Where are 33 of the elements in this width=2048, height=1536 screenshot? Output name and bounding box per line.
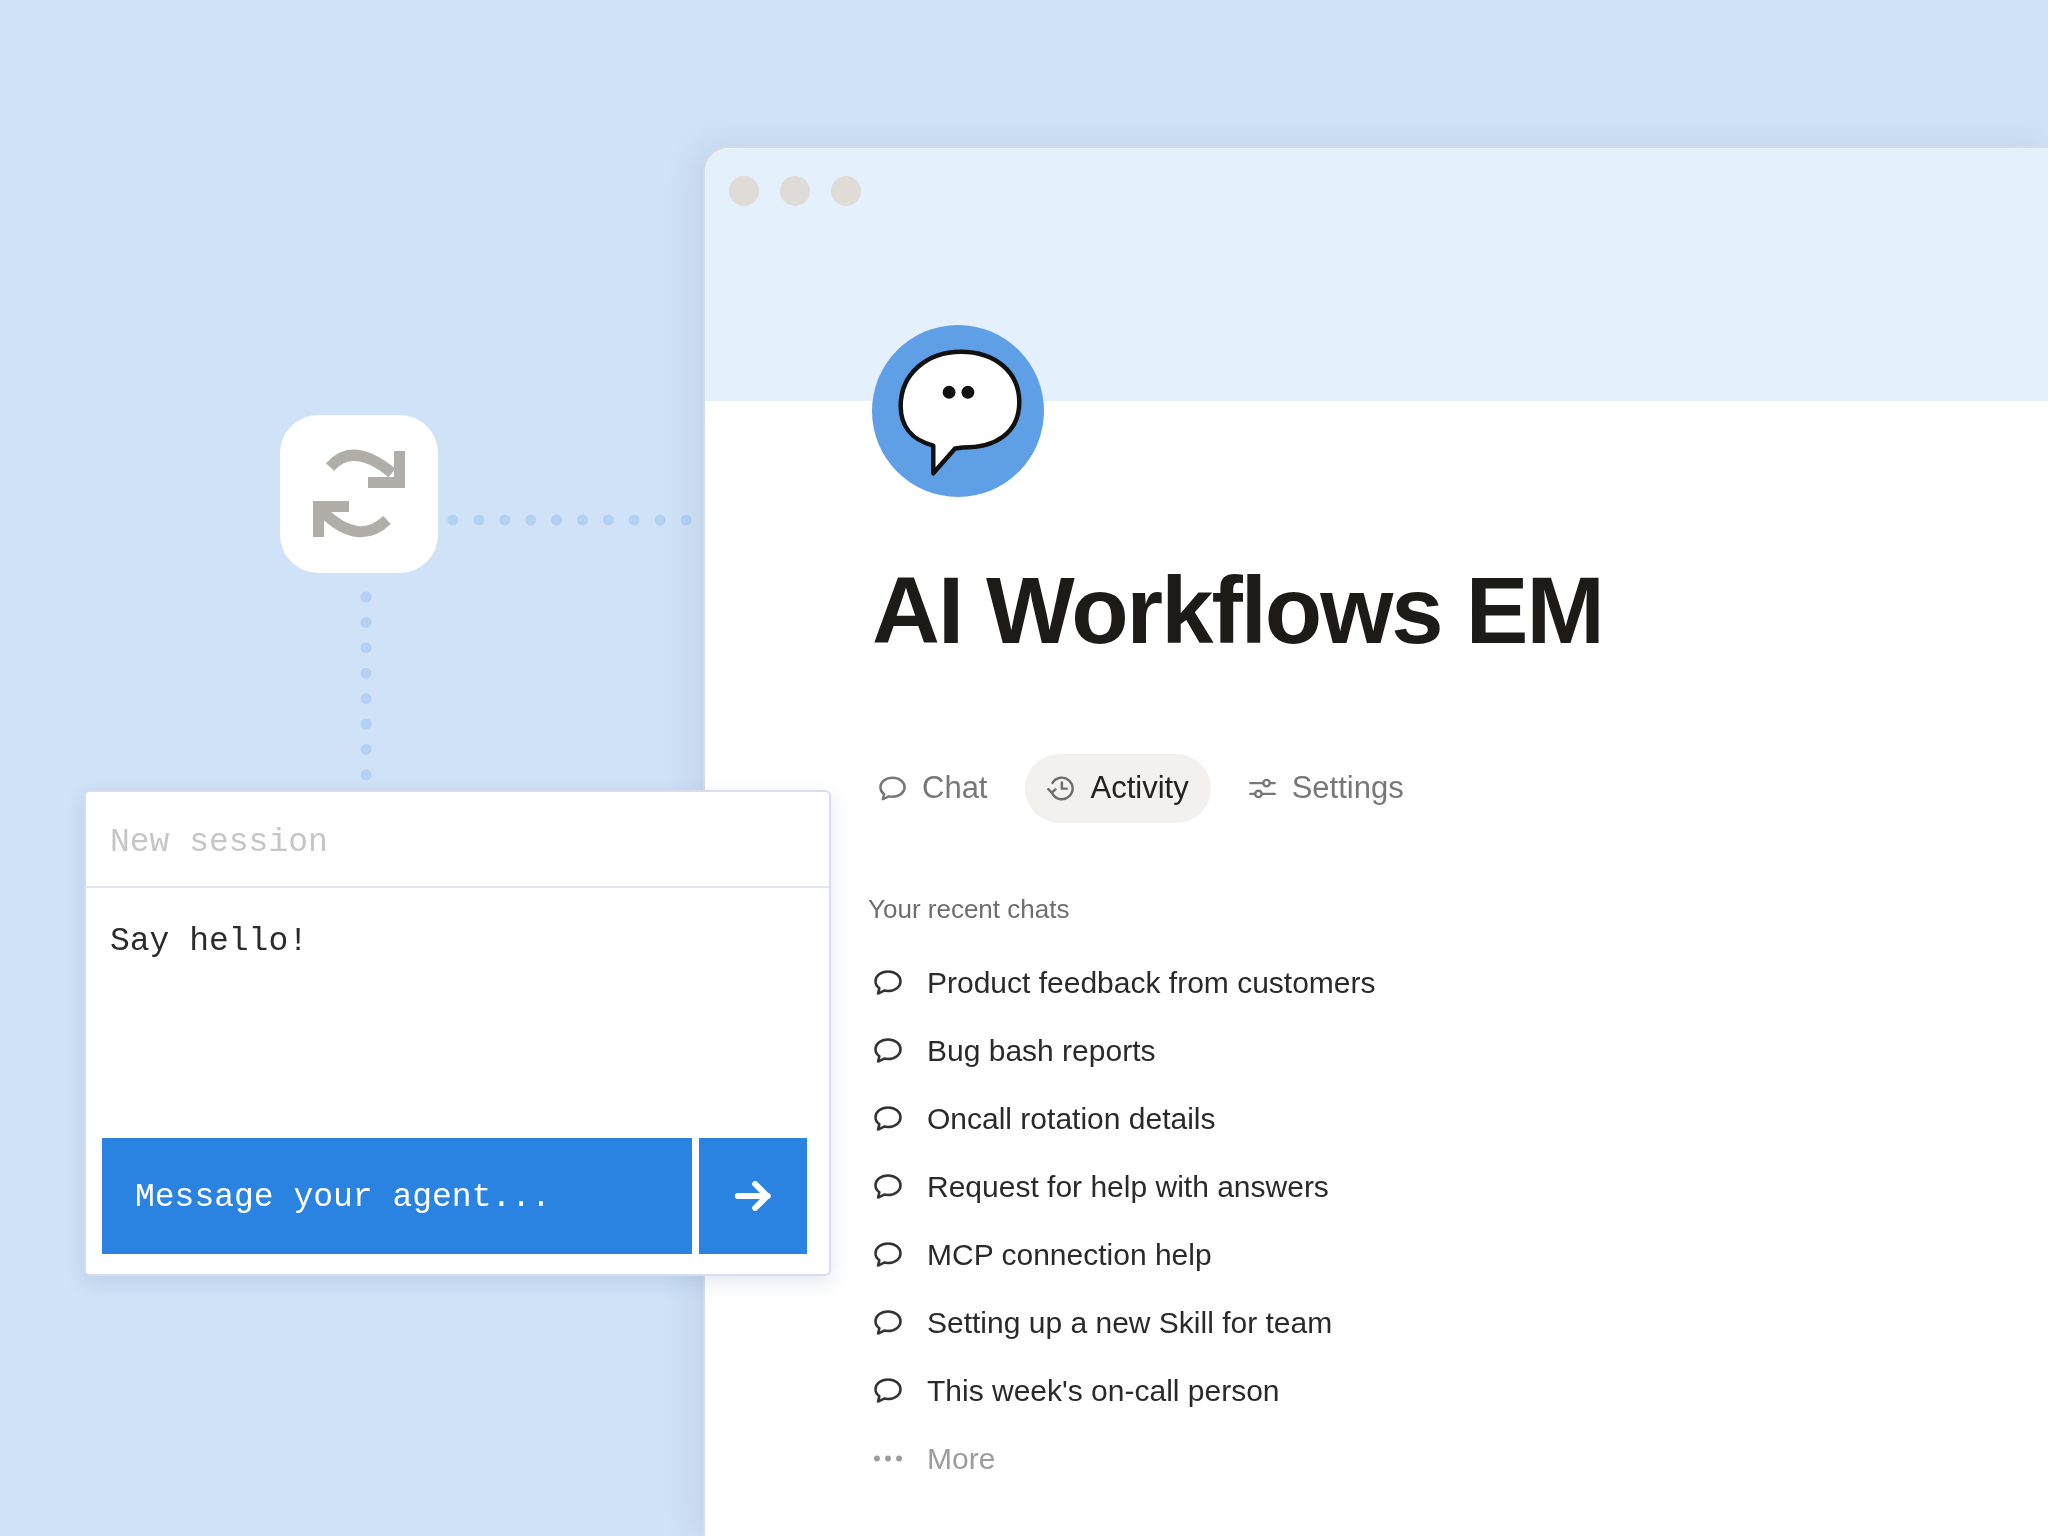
tab[interactable]: Activity [1025, 754, 1211, 823]
recent-chat-link[interactable]: Oncall rotation details [874, 1084, 1216, 1152]
window-control-icon[interactable] [729, 176, 759, 206]
tab[interactable]: Chat [857, 754, 1010, 823]
recent-chat-link[interactable]: This week's on-call person [874, 1356, 1280, 1424]
message-field[interactable]: Say hello! [86, 888, 829, 1138]
sliders-icon [1248, 776, 1276, 801]
chat-bubble-icon [874, 1037, 902, 1063]
chat-bubble-icon [874, 1309, 902, 1335]
ellipsis-icon [874, 1454, 902, 1462]
chat-bubble-icon [874, 1241, 902, 1267]
recent-chat-link[interactable]: Setting up a new Skill for team [874, 1288, 1333, 1356]
chat-bubble-icon [874, 969, 902, 995]
arrow-right-icon [734, 1181, 772, 1211]
chat-bubble-icon [874, 1377, 902, 1403]
chat-bubble-icon [879, 776, 906, 801]
speech-bubble-icon [872, 325, 1044, 497]
session-title-field[interactable]: New session [86, 792, 829, 888]
agent-title: AI Workflows EM [872, 559, 1604, 662]
history-icon [1047, 776, 1075, 801]
window-control-icon[interactable] [780, 176, 810, 206]
recent-chat-link[interactable]: Request for help with answers [874, 1152, 1329, 1220]
chat-bubble-icon [874, 1105, 902, 1131]
chat-bubble-icon [874, 1173, 902, 1199]
recent-chat-link[interactable]: Product feedback from customers [874, 948, 1376, 1016]
window-control-icon[interactable] [831, 176, 861, 206]
tab[interactable]: Settings [1226, 754, 1426, 823]
recent-chat-link[interactable]: Bug bash reports [874, 1016, 1156, 1084]
sync-icon [280, 415, 438, 573]
message-input[interactable]: Message your agent... [102, 1138, 692, 1254]
recent-chat-link[interactable]: MCP connection help [874, 1220, 1212, 1288]
section-heading: Your recent chats [868, 894, 1071, 925]
send-button[interactable] [699, 1138, 807, 1254]
